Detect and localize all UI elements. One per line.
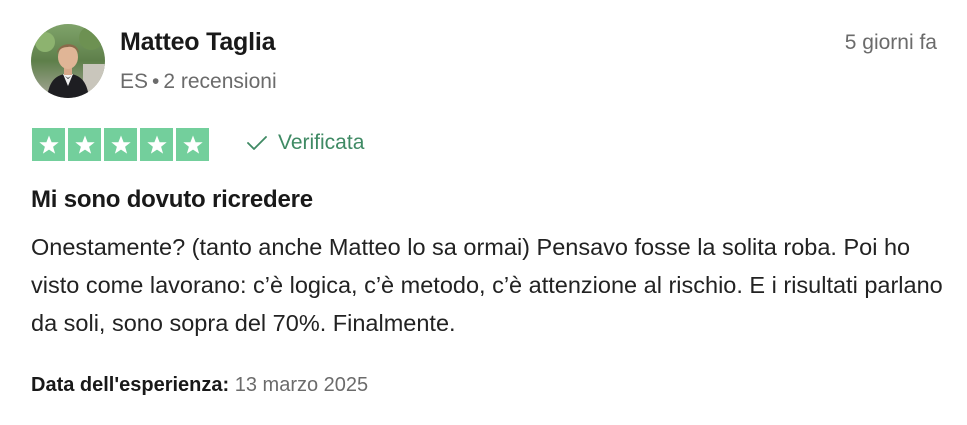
verified-badge[interactable]: Verificata — [246, 131, 364, 155]
review-title: Mi sono dovuto ricredere — [31, 186, 313, 213]
star-rating — [32, 128, 209, 161]
review-body: Onestamente? (tanto anche Matteo lo sa o… — [31, 234, 943, 336]
star-icon — [176, 128, 209, 161]
review-card: Matteo Taglia ES • 2 recensioni 5 giorni f… — [0, 0, 967, 425]
avatar-photo — [31, 24, 105, 98]
experience-date-value: 13 marzo 2025 — [234, 374, 369, 396]
reviewer-country: ES — [120, 70, 149, 93]
verified-label: Verificata — [278, 131, 365, 154]
star-icon — [140, 128, 173, 161]
star-icon — [68, 128, 101, 161]
review-count[interactable]: 2 recensioni — [163, 70, 276, 93]
check-icon — [247, 136, 267, 150]
reviewer-name[interactable]: Matteo Taglia — [120, 28, 275, 57]
review-date-posted: 5 giorni fa — [844, 31, 937, 54]
experience-date: Data dell'esperienza: 13 marzo 2025 — [31, 374, 368, 397]
star-icon — [32, 128, 65, 161]
meta-separator: • — [152, 70, 160, 93]
star-icon — [104, 128, 137, 161]
avatar[interactable] — [31, 24, 105, 98]
experience-date-label: Data dell'esperienza: — [31, 374, 230, 396]
reviewer-meta: ES • 2 recensioni — [120, 70, 277, 94]
